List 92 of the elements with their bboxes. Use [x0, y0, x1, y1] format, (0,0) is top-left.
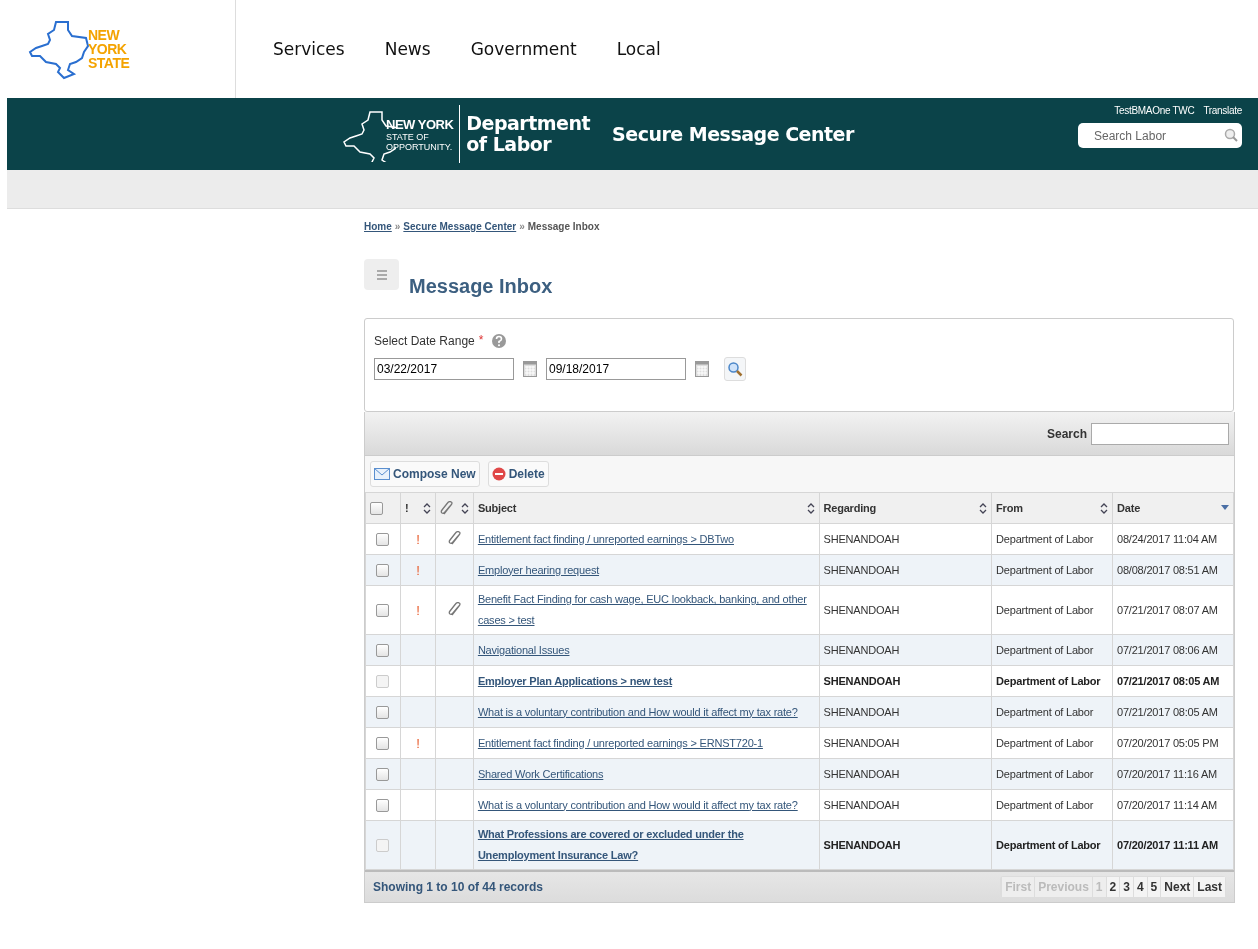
breadcrumb-separator: » [519, 221, 525, 232]
row-checkbox[interactable] [376, 674, 390, 688]
logo-text: NEW YORK STATE [88, 28, 130, 70]
priority-mark: ! [416, 735, 420, 751]
envelope-icon [374, 468, 390, 480]
table-cell: 07/20/2017 05:05 PM [1117, 737, 1219, 749]
page-link[interactable]: 3 [1119, 877, 1133, 897]
table-cell: Department of Labor [996, 644, 1094, 656]
table-cell: Department of Labor [996, 799, 1094, 811]
table-cell: SHENANDOAH [823, 675, 901, 687]
required-mark: * [478, 333, 484, 347]
table-cell: Department of Labor [996, 839, 1101, 851]
search-icon [1224, 128, 1238, 142]
search-icon [727, 361, 743, 377]
table-cell: SHENANDOAH [823, 737, 900, 749]
row-checkbox[interactable] [376, 705, 390, 719]
row-checkbox[interactable] [376, 643, 390, 657]
table-cell: Department of Labor [996, 675, 1101, 687]
table-cell: SHENANDOAH [823, 706, 900, 718]
table-cell: 08/24/2017 11:04 AM [1117, 533, 1217, 545]
search-field[interactable]: Search Labor [1078, 123, 1242, 148]
field-label: Search [1046, 426, 1087, 441]
nav-link[interactable]: Services [273, 39, 345, 59]
date-field[interactable]: 09/18/2017 [546, 358, 686, 380]
priority-mark: ! [416, 562, 420, 578]
date-field[interactable]: 03/22/2017 [374, 358, 514, 380]
table-cell: 07/20/2017 11:16 AM [1117, 768, 1217, 780]
row-checkbox[interactable] [376, 603, 390, 617]
search-button[interactable] [724, 357, 746, 381]
nav-link[interactable]: News [384, 39, 431, 59]
table-cell: Department of Labor [996, 706, 1094, 718]
nav-link[interactable]: Local [616, 39, 661, 59]
paperclip-icon [439, 501, 453, 515]
page-link[interactable]: Next [1160, 877, 1194, 897]
table-cell: 07/21/2017 08:06 AM [1117, 644, 1218, 656]
table-cell: SHENANDOAH [823, 533, 900, 545]
row-checkbox[interactable] [376, 736, 390, 750]
table-cell: SHENANDOAH [823, 604, 900, 616]
help-icon [491, 333, 508, 349]
table-cell: Department of Labor [996, 604, 1094, 616]
priority-mark: ! [416, 531, 420, 547]
row-checkbox[interactable] [376, 767, 390, 781]
table-cell: 08/08/2017 08:51 AM [1117, 564, 1218, 576]
calendar-icon [523, 361, 537, 377]
table-cell: SHENANDOAH [823, 839, 901, 851]
table-cell: 07/21/2017 08:05 AM [1117, 706, 1218, 718]
table-cell: SHENANDOAH [823, 768, 900, 780]
row-checkbox[interactable] [376, 532, 390, 546]
nav-link[interactable]: Government [470, 39, 577, 59]
field-label: Select Date Range [374, 334, 475, 348]
paperclip-icon [447, 531, 461, 545]
breadcrumb-link[interactable]: Home [364, 221, 392, 232]
page-link[interactable]: Last [1193, 877, 1225, 897]
search-field[interactable] [1091, 422, 1229, 445]
table-cell: 07/21/2017 08:07 AM [1117, 604, 1218, 616]
table-cell: 07/20/2017 11:14 AM [1117, 799, 1217, 811]
table-cell: Department of Labor [996, 768, 1094, 780]
column-header[interactable]: Date [1117, 502, 1141, 514]
breadcrumb-separator: » [394, 221, 401, 232]
row-checkbox[interactable] [376, 838, 390, 852]
delete-button[interactable]: Delete [487, 461, 549, 487]
table-cell: Department of Labor [996, 564, 1094, 576]
calendar-icon [695, 361, 709, 377]
priority-mark: ! [416, 602, 420, 618]
table-cell: 07/21/2017 08:05 AM [1117, 675, 1220, 687]
breadcrumb-current: Message Inbox [527, 221, 600, 232]
column-header[interactable]: Subject [477, 502, 517, 514]
site-title: Secure Message Center [612, 123, 854, 145]
table-cell: SHENANDOAH [823, 799, 900, 811]
column-header[interactable]: From [996, 502, 1023, 514]
table-cell: Department of Labor [996, 533, 1094, 545]
table-cell: 07/20/2017 11:11 AM [1117, 839, 1218, 851]
row-checkbox[interactable] [376, 798, 390, 812]
column-header[interactable]: ! [404, 502, 409, 514]
row-checkbox[interactable] [376, 563, 390, 577]
logo-text: NEW YORK STATE OF OPPORTUNITY. [386, 116, 454, 152]
user-link[interactable]: TestBMAOne TWC [1114, 105, 1195, 116]
translate-link[interactable]: Translate [1203, 105, 1242, 116]
table-cell: SHENANDOAH [823, 644, 900, 656]
menu-icon [376, 269, 387, 280]
no-entry-icon [491, 467, 506, 481]
paperclip-icon [447, 602, 461, 616]
record-count: Showing 1 to 10 of 44 records [373, 880, 544, 894]
page-title: Message Inbox [409, 275, 553, 298]
table-cell: Department of Labor [996, 737, 1094, 749]
compose-button[interactable]: Compose New [370, 461, 480, 487]
menu-button[interactable] [364, 259, 399, 290]
breadcrumb-link[interactable]: Secure Message Center [403, 221, 517, 232]
department-name: Department of Labor [466, 113, 591, 155]
table-cell: SHENANDOAH [823, 564, 900, 576]
select-all-checkbox[interactable] [370, 501, 383, 515]
column-header[interactable]: Regarding [823, 502, 877, 514]
